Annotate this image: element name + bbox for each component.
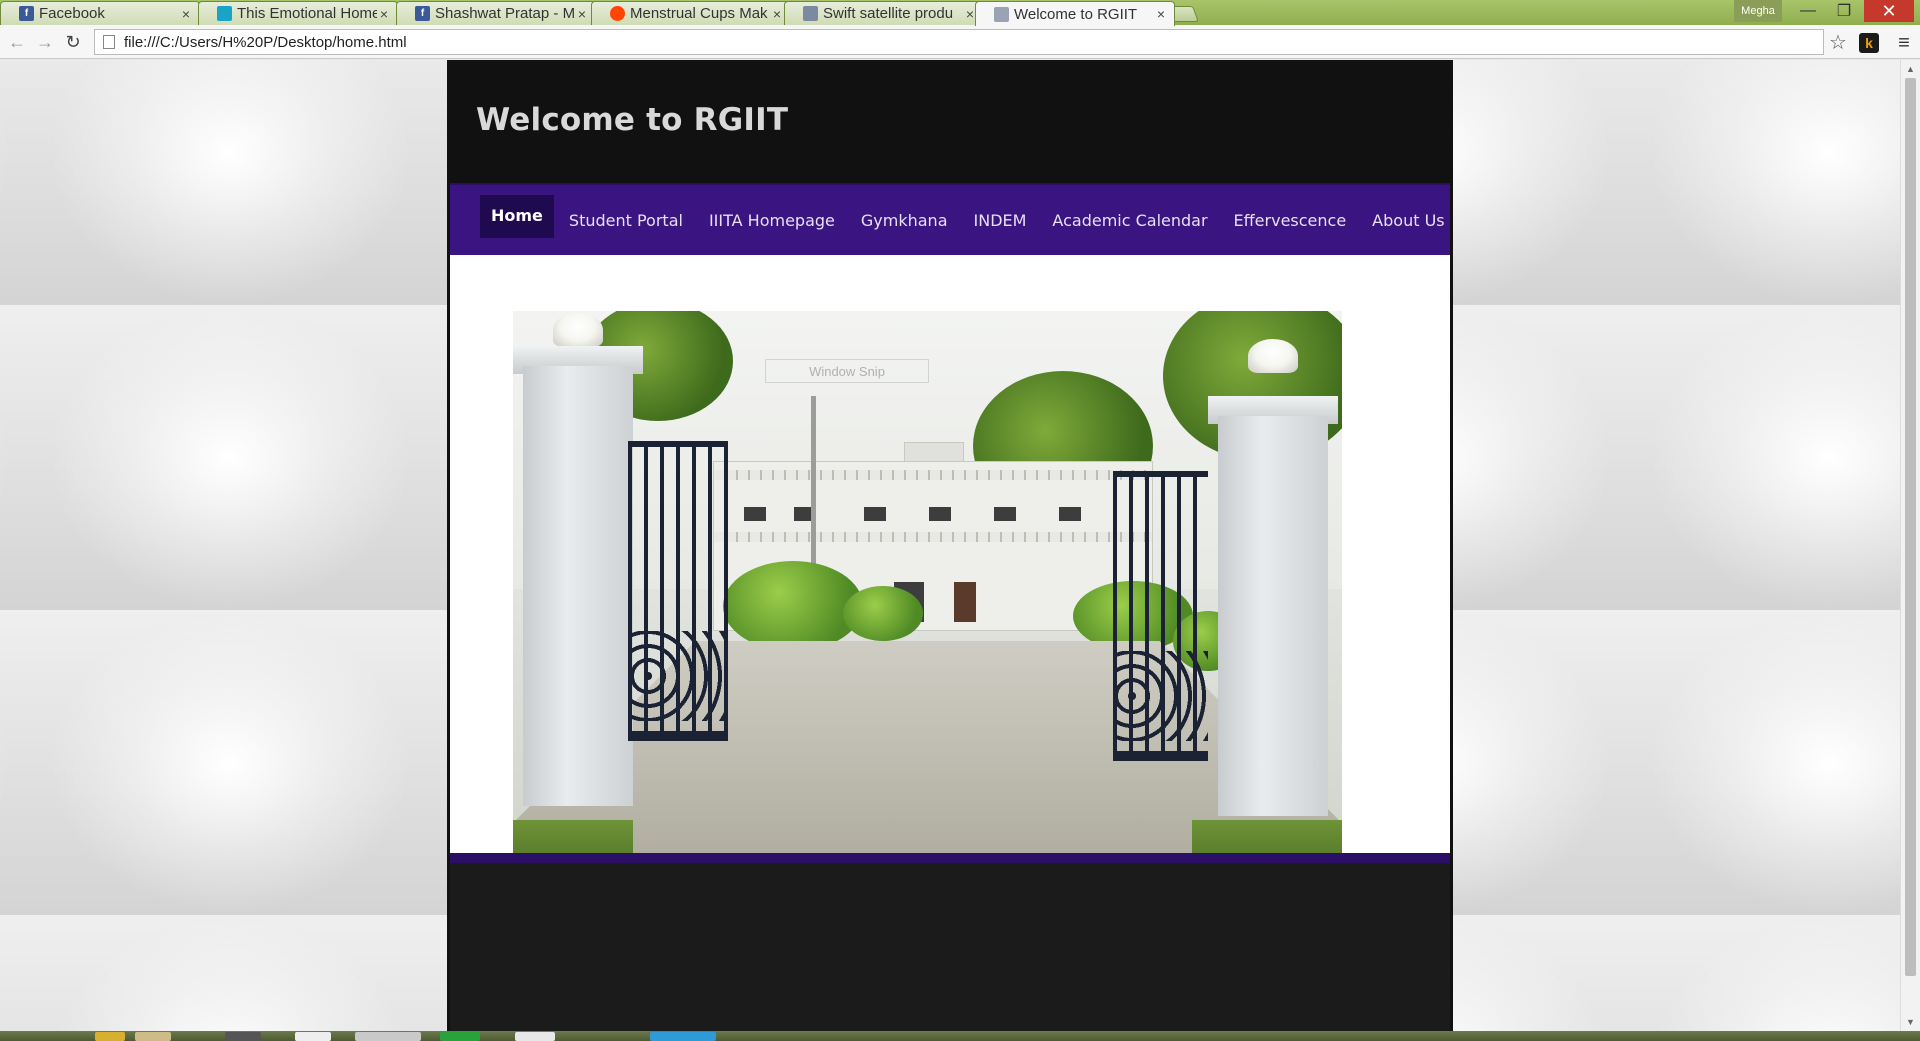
maximize-button[interactable]: ❐ — [1826, 0, 1862, 22]
nav-academic-calendar[interactable]: Academic Calendar — [1052, 211, 1207, 230]
taskbar-app-icon[interactable] — [295, 1032, 331, 1041]
tab-close-icon[interactable]: × — [575, 6, 589, 22]
extension-icon[interactable]: k — [1859, 33, 1879, 53]
taskbar-app-icon[interactable] — [225, 1032, 261, 1041]
page-viewport: Welcome to RGIIT Home Student Portal III… — [0, 60, 1900, 1031]
satellite-icon — [803, 6, 818, 21]
facebook-icon: f — [415, 6, 430, 21]
browser-tab-strip: f Facebook × This Emotional Home × f Sha… — [0, 0, 1920, 26]
taskbar-app-icon[interactable] — [440, 1032, 480, 1041]
facebook-icon: f — [19, 6, 34, 21]
tab-emotional-home[interactable]: This Emotional Home × — [198, 1, 398, 25]
nav-effervescence[interactable]: Effervescence — [1234, 211, 1347, 230]
tab-facebook[interactable]: f Facebook × — [0, 1, 200, 25]
photo-gate-left — [628, 441, 728, 741]
url-text[interactable]: file:///C:/Users/H%20P/Desktop/home.html — [124, 34, 407, 51]
tab-title: Facebook — [39, 5, 105, 22]
tab-title: Shashwat Pratap - M — [435, 5, 575, 22]
photo-gate-ornament — [1113, 651, 1208, 741]
browser-toolbar: ← → ↻ file:///C:/Users/H%20P/Desktop/hom… — [0, 25, 1920, 59]
nav-indem[interactable]: INDEM — [974, 211, 1027, 230]
reload-icon[interactable]: ↻ — [61, 30, 85, 54]
tab-welcome-rgiit[interactable]: Welcome to RGIIT × — [975, 1, 1175, 26]
nav-student-portal[interactable]: Student Portal — [569, 211, 683, 230]
scroll-up-arrow-icon[interactable]: ▲ — [1901, 62, 1920, 76]
window-snip-overlay: Window Snip — [765, 359, 929, 383]
tab-title: Swift satellite produ — [823, 5, 954, 22]
site-title: Welcome to RGIIT — [476, 102, 789, 138]
os-taskbar — [0, 1031, 1920, 1041]
photo-window — [994, 507, 1016, 521]
site-nav: Home Student Portal IIITA Homepage Gymkh… — [450, 183, 1450, 255]
taskbar-app-icon[interactable] — [95, 1032, 125, 1041]
taskbar-app-icon[interactable] — [355, 1032, 421, 1041]
bookmark-star-icon[interactable]: ☆ — [1826, 29, 1850, 55]
site-header: Welcome to RGIIT — [450, 60, 1450, 183]
profile-badge[interactable]: Megha — [1734, 0, 1782, 22]
photo-gate-ornament — [628, 631, 728, 721]
scrollbar-thumb[interactable] — [1905, 78, 1916, 976]
taskbar-app-icon[interactable] — [135, 1032, 171, 1041]
photo-window — [744, 507, 766, 521]
nav-gymkhana[interactable]: Gymkhana — [861, 211, 948, 230]
tab-swift-satellite[interactable]: Swift satellite produ × — [784, 1, 984, 25]
nav-iiita-homepage[interactable]: IIITA Homepage — [709, 211, 835, 230]
tab-menstrual-cups[interactable]: Menstrual Cups Mak × — [591, 1, 791, 25]
taskbar-app-icon[interactable] — [650, 1032, 716, 1041]
scroll-down-arrow-icon[interactable]: ▼ — [1901, 1015, 1920, 1029]
taskbar-app-icon[interactable] — [515, 1032, 555, 1041]
tab-title: Welcome to RGIIT — [1014, 5, 1138, 23]
tab-shashwat-pratap[interactable]: f Shashwat Pratap - M × — [396, 1, 596, 25]
forward-arrow-icon[interactable]: → — [33, 30, 57, 54]
photo-window — [929, 507, 951, 521]
back-arrow-icon[interactable]: ← — [5, 30, 29, 54]
reddit-icon — [610, 6, 625, 21]
minimize-button[interactable]: — — [1790, 0, 1826, 22]
tab-close-icon[interactable]: × — [1154, 6, 1168, 22]
footer-accent-bar — [450, 853, 1450, 863]
photo-lamp — [553, 313, 603, 347]
photo-bush — [723, 561, 863, 651]
file-page-icon — [103, 35, 115, 49]
tab-close-icon[interactable]: × — [770, 6, 784, 22]
campus-gate-photo: Window Snip — [513, 311, 1342, 890]
chrome-menu-icon[interactable]: ≡ — [1892, 31, 1916, 55]
photo-bush — [843, 586, 923, 641]
site-footer — [450, 863, 1450, 1031]
tab-close-icon[interactable]: × — [179, 6, 193, 22]
photo-lamp — [1248, 339, 1298, 373]
photo-building-roof — [904, 442, 964, 462]
nav-home[interactable]: Home — [480, 194, 554, 238]
nav-about-us[interactable]: About Us — [1372, 211, 1444, 230]
address-bar[interactable]: file:///C:/Users/H%20P/Desktop/home.html — [94, 29, 1824, 55]
photo-building-rail — [714, 532, 1152, 542]
close-window-button[interactable]: ✕ — [1864, 0, 1914, 22]
photo-window — [864, 507, 886, 521]
tab-title: Menstrual Cups Mak — [630, 5, 768, 22]
vertical-scrollbar[interactable]: ▲ ▼ — [1900, 60, 1920, 1031]
photo-pillar — [523, 366, 633, 806]
page-icon — [994, 6, 1009, 22]
photo-building-rail — [714, 470, 1152, 480]
photo-pillar — [1218, 416, 1328, 816]
tab-close-icon[interactable]: × — [377, 6, 391, 22]
tab-title: This Emotional Home — [237, 5, 377, 22]
photo-window — [1059, 507, 1081, 521]
photo-gate-right — [1113, 471, 1208, 761]
blog-icon — [217, 6, 232, 21]
photo-door — [954, 582, 976, 622]
site-container: Welcome to RGIIT Home Student Portal III… — [447, 60, 1453, 1031]
